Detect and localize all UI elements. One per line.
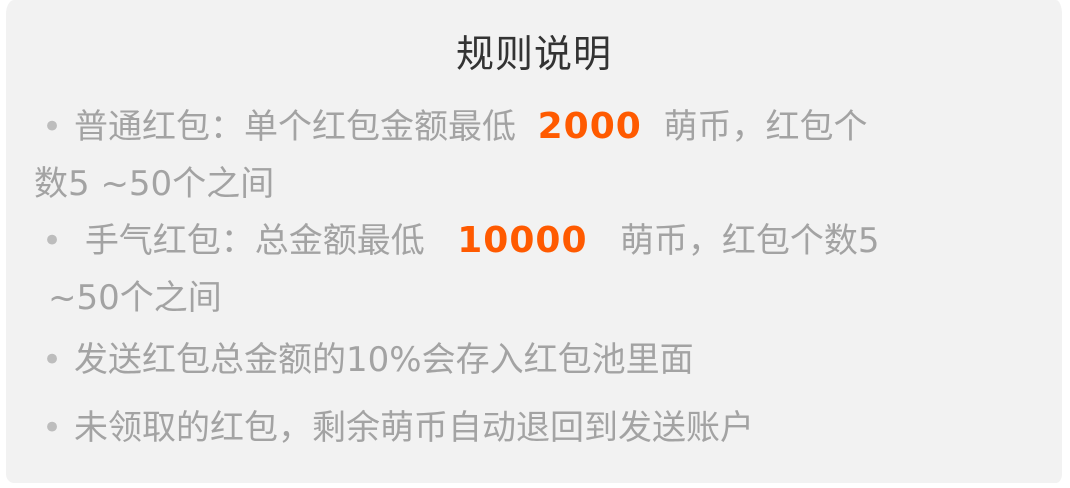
bullet-icon: • — [42, 107, 63, 147]
rule-line: 数5 ~50个之间 — [34, 164, 275, 204]
rule-item-lucky-red-packet: • 手气红包：总金额最低 10000 萌币，红包个数5 ~50个之间 — [42, 212, 1028, 327]
rule-line: ~50个之间 — [48, 278, 222, 318]
rule-text: 普通红包：单个红包金额最低 — [74, 107, 516, 147]
rule-item-refund: • 未领取的红包，剩余萌币自动退回到发送账户 — [42, 400, 1028, 457]
rules-panel: 规则说明 • 普通红包：单个红包金额最低 2000 萌币，红包个 数5 ~50个之… — [0, 0, 1070, 488]
min-amount-value: 2000 — [537, 106, 642, 147]
rule-text: 未领取的红包，剩余萌币自动退回到发送账户 — [74, 408, 754, 448]
rules-title: 规则说明 — [455, 32, 612, 76]
min-amount-value: 10000 — [457, 220, 588, 261]
rule-text: 手气红包：总金额最低 — [84, 221, 425, 261]
bullet-icon: • — [42, 340, 63, 380]
rule-text: 萌币，红包个 — [663, 107, 868, 147]
bullet-icon: • — [42, 221, 63, 261]
rule-text: 萌币，红包个数5 — [619, 221, 880, 261]
bullet-icon: • — [42, 408, 63, 448]
rule-item-pool: • 发送红包总金额的10%会存入红包池里面 — [42, 332, 1028, 389]
rule-item-normal-red-packet: • 普通红包：单个红包金额最低 2000 萌币，红包个 数5 ~50个之间 — [34, 98, 1028, 213]
rule-text: 发送红包总金额的10%会存入红包池里面 — [74, 340, 694, 380]
rule-line: • 手气红包：总金额最低 10000 萌币，红包个数5 — [42, 212, 1028, 270]
rule-line: • 普通红包：单个红包金额最低 2000 萌币，红包个 — [42, 98, 1028, 156]
